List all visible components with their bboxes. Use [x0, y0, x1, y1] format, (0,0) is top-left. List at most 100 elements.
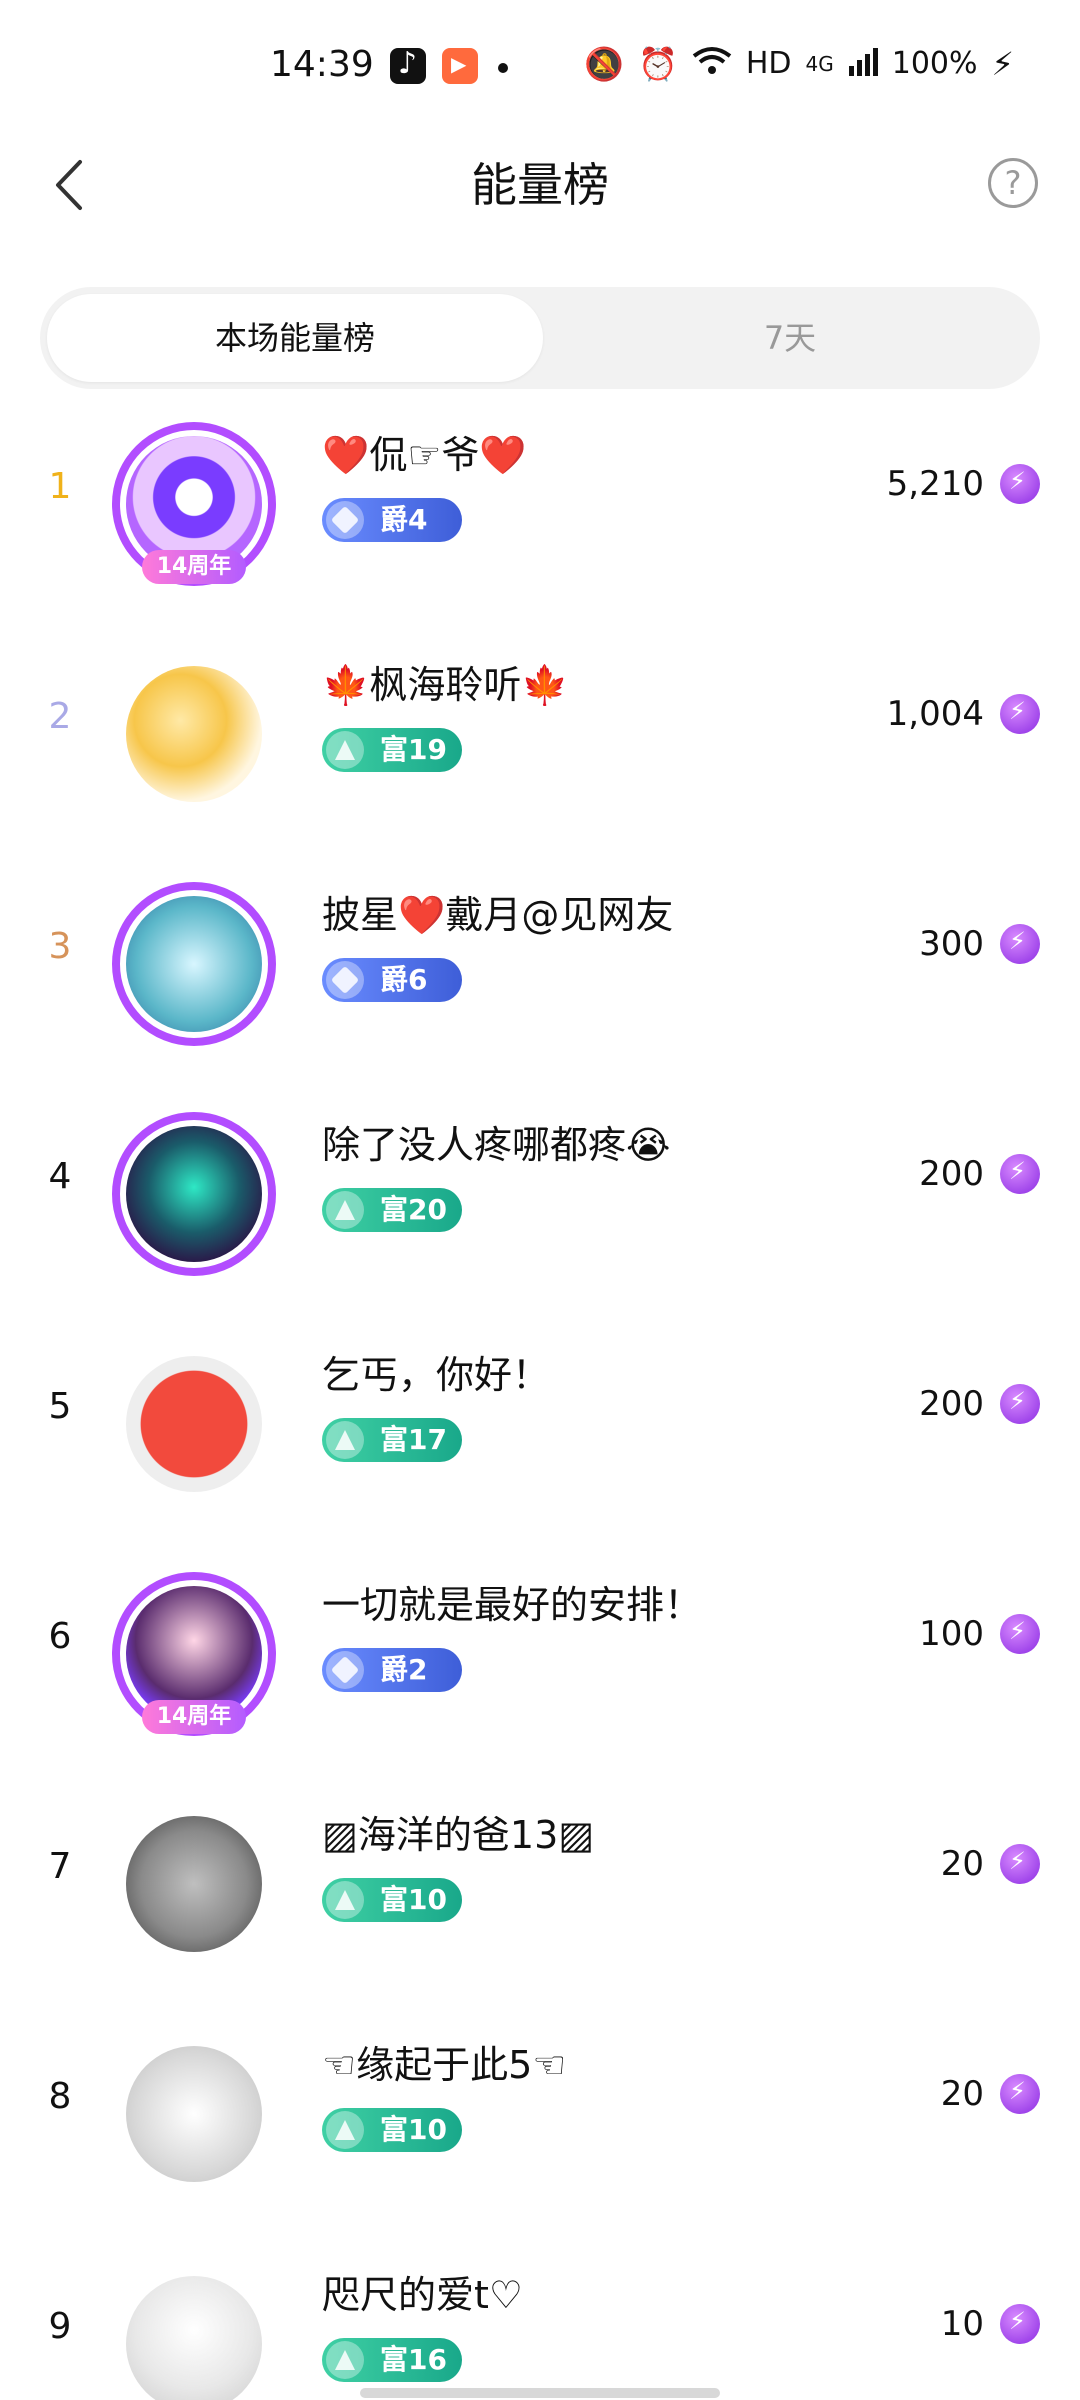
status-icons: 🔕 ⏰ HD 4G 100% ⚡	[584, 46, 1014, 81]
level-badge: 富19	[322, 728, 462, 772]
badge-label: 爵4	[380, 503, 428, 536]
rank-number: 5	[48, 1386, 72, 1427]
wealth-level-icon	[326, 731, 364, 769]
wealth-level-icon	[326, 1421, 364, 1459]
user-name: 除了没人疼哪都疼😭	[322, 1123, 671, 1167]
kuaishou-notification-icon	[442, 48, 478, 84]
tab-7-days[interactable]: 7天	[580, 294, 1000, 382]
avatar-image	[126, 1356, 262, 1492]
level-badge: 富10	[322, 2108, 462, 2152]
level-badge: 富20	[322, 1188, 462, 1232]
level-badge: 富10	[322, 1878, 462, 1922]
wealth-level-icon	[326, 2341, 364, 2379]
question-icon: ?	[1004, 164, 1022, 202]
status-time: 14:39	[270, 44, 374, 85]
rank-number: 8	[48, 2076, 72, 2117]
badge-label: 富10	[380, 1883, 447, 1916]
user-name: ▨海洋的爸13▨	[322, 1813, 595, 1857]
rank-number: 4	[48, 1156, 72, 1197]
avatar-image	[126, 666, 262, 802]
energy-score: 10	[940, 2304, 984, 2344]
badge-label: 富16	[380, 2343, 447, 2376]
status-bar: 14:39 🔕 ⏰ HD 4G 100% ⚡	[0, 0, 1080, 130]
rank-row[interactable]: 9 咫尺的爱t♡ 富16 10	[0, 2240, 1080, 2400]
home-indicator	[360, 2388, 720, 2398]
energy-bolt-icon	[1000, 694, 1040, 734]
signal-type-label: 4G	[805, 51, 834, 76]
energy-score: 200	[919, 1384, 984, 1424]
badge-label: 富17	[380, 1423, 447, 1456]
level-badge: 爵6	[322, 958, 462, 1002]
energy-score: 5,210	[886, 464, 984, 504]
rank-number: 9	[48, 2306, 72, 2347]
level-badge: 爵4	[322, 498, 462, 542]
avatar-frame	[112, 1112, 276, 1276]
avatar-image	[126, 1816, 262, 1952]
rank-row[interactable]: 2 🍁枫海聆听🍁 富19 1,004	[0, 630, 1080, 860]
avatar[interactable]	[108, 1798, 280, 1970]
rank-row[interactable]: 4 除了没人疼哪都疼😭 富20 200	[0, 1090, 1080, 1320]
rank-row[interactable]: 1 14周年 ❤️侃☞爷❤️ 爵4 5,210	[0, 400, 1080, 630]
avatar[interactable]	[108, 1108, 280, 1280]
user-name: ☜缘起于此5☜	[322, 2043, 567, 2087]
rank-number: 1	[48, 466, 72, 507]
user-name: ❤️侃☞爷❤️	[322, 433, 527, 477]
energy-bolt-icon	[1000, 924, 1040, 964]
charging-icon: ⚡	[991, 44, 1014, 83]
mute-bell-icon: 🔕	[584, 44, 624, 83]
level-badge: 爵2	[322, 1648, 462, 1692]
anniversary-tag: 14周年	[142, 550, 246, 584]
energy-bolt-icon	[1000, 1844, 1040, 1884]
user-name: 咫尺的爱t♡	[322, 2273, 523, 2317]
user-name: 🍁枫海聆听🍁	[322, 663, 569, 707]
badge-label: 富19	[380, 733, 447, 766]
page-title: 能量榜	[471, 158, 609, 212]
avatar[interactable]	[108, 1338, 280, 1510]
wealth-level-icon	[326, 1881, 364, 1919]
rank-row[interactable]: 6 14周年 一切就是最好的安排！ 爵2 100	[0, 1550, 1080, 1780]
avatar[interactable]	[108, 2028, 280, 2200]
help-button[interactable]: ?	[988, 158, 1038, 208]
avatar[interactable]	[108, 648, 280, 820]
energy-bolt-icon	[1000, 2074, 1040, 2114]
energy-score: 200	[919, 1154, 984, 1194]
user-name: 披星❤️戴月@见网友	[322, 893, 674, 937]
rank-number: 3	[48, 926, 72, 967]
tiktok-notification-icon	[390, 46, 426, 84]
user-name: 一切就是最好的安排！	[322, 1583, 703, 1627]
avatar-image	[126, 2276, 262, 2400]
tab-switcher: 本场能量榜 7天	[40, 287, 1040, 389]
signal-icon	[848, 46, 878, 81]
wealth-level-icon	[326, 2111, 364, 2149]
energy-bolt-icon	[1000, 1614, 1040, 1654]
rank-number: 2	[48, 696, 72, 737]
rank-row[interactable]: 8 ☜缘起于此5☜ 富10 20	[0, 2010, 1080, 2240]
rank-row[interactable]: 7 ▨海洋的爸13▨ 富10 20	[0, 1780, 1080, 2010]
energy-score: 1,004	[886, 694, 984, 734]
level-badge: 富16	[322, 2338, 462, 2382]
rank-row[interactable]: 5 乞丐，你好！ 富17 200	[0, 1320, 1080, 1550]
noble-level-icon	[326, 501, 364, 539]
more-notifications-dot-icon	[498, 63, 508, 73]
avatar-image	[126, 2046, 262, 2182]
energy-bolt-icon	[1000, 1154, 1040, 1194]
badge-label: 爵2	[380, 1653, 428, 1686]
rank-number: 7	[48, 1846, 72, 1887]
avatar[interactable]: 14周年	[108, 1568, 280, 1740]
wifi-icon	[692, 46, 732, 81]
avatar[interactable]	[108, 878, 280, 1050]
header: 能量榜 ?	[0, 130, 1080, 240]
badge-label: 爵6	[380, 963, 428, 996]
energy-score: 20	[940, 2074, 984, 2114]
tab-current-session[interactable]: 本场能量榜	[47, 294, 543, 382]
avatar[interactable]	[108, 2258, 280, 2400]
rank-row[interactable]: 3 披星❤️戴月@见网友 爵6 300	[0, 860, 1080, 1090]
level-badge: 富17	[322, 1418, 462, 1462]
energy-bolt-icon	[1000, 2304, 1040, 2344]
avatar[interactable]: 14周年	[108, 418, 280, 590]
user-name: 乞丐，你好！	[322, 1353, 551, 1397]
anniversary-tag: 14周年	[142, 1700, 246, 1734]
energy-score: 100	[919, 1614, 984, 1654]
energy-bolt-icon	[1000, 464, 1040, 504]
network-type-label: HD	[745, 46, 792, 81]
